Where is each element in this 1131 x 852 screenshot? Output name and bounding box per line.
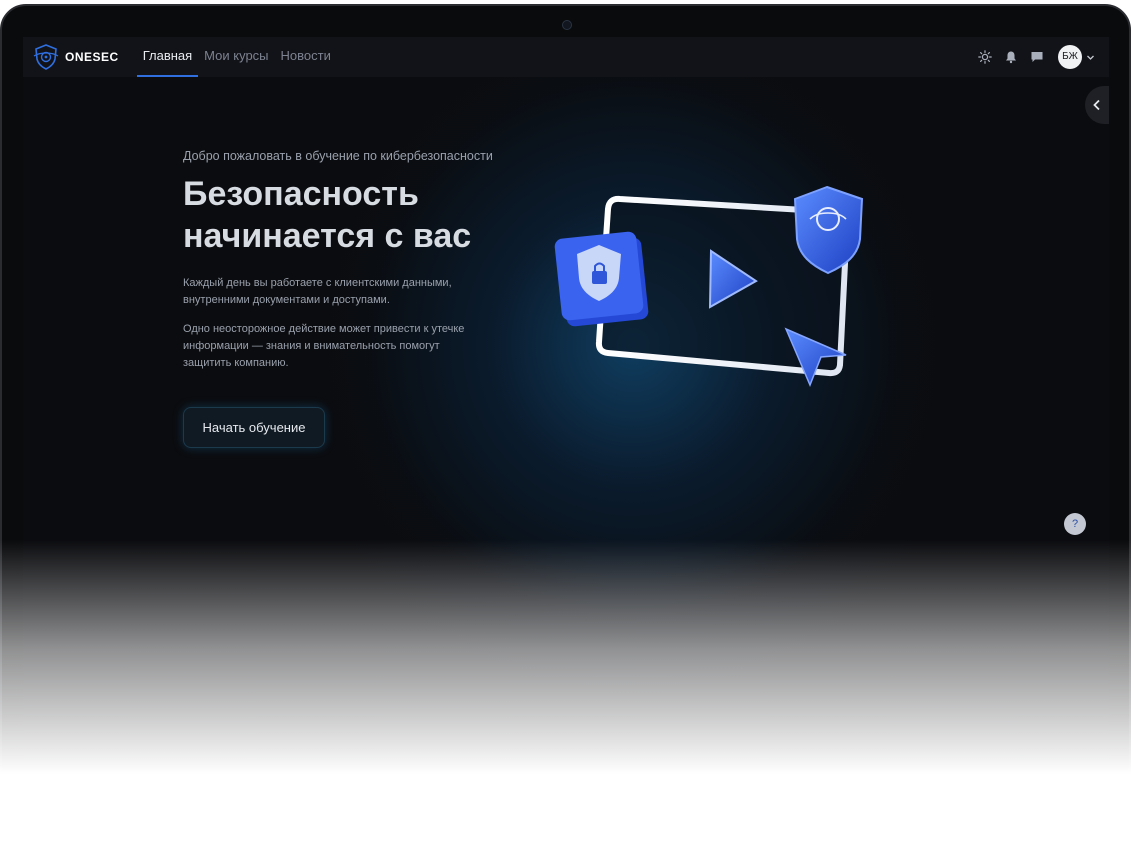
bell-icon[interactable] <box>1004 50 1018 64</box>
lock-shield-icon <box>554 231 649 327</box>
top-navigation: ONESEC Главная Мои курсы Новости БЖ <box>23 37 1109 77</box>
chevron-left-icon <box>1093 99 1100 111</box>
chat-icon[interactable] <box>1030 50 1044 64</box>
avatar[interactable]: БЖ <box>1058 45 1082 69</box>
nav-item-news[interactable]: Новости <box>275 37 337 77</box>
top-right-actions: БЖ <box>966 37 1095 77</box>
nav-item-my-courses[interactable]: Мои курсы <box>198 37 274 77</box>
hero-illustration <box>554 185 864 387</box>
sidebar-toggle-button[interactable] <box>1085 86 1109 124</box>
start-learning-button[interactable]: Начать обучение <box>183 407 325 448</box>
main-nav: Главная Мои курсы Новости <box>136 37 337 77</box>
chevron-down-icon[interactable] <box>1086 53 1095 62</box>
brand-name: ONESEC <box>65 50 119 64</box>
help-button[interactable]: ? <box>1064 513 1086 535</box>
brand[interactable]: ONESEC <box>31 42 119 72</box>
bottom-fade <box>0 540 1131 852</box>
page-title: Безопасность начинается с вас <box>183 173 543 257</box>
nav-item-home[interactable]: Главная <box>136 37 199 77</box>
brand-shield-icon <box>33 44 59 70</box>
camera-icon <box>562 20 572 30</box>
headline-line-2: начинается с вас <box>183 217 472 255</box>
sun-icon[interactable] <box>978 50 992 64</box>
intro-paragraph-1: Каждый день вы работаете с клиентскими д… <box>183 277 452 306</box>
intro-paragraph-2: Одно неосторожное действие может привест… <box>183 323 465 369</box>
headline-line-1: Безопасность <box>183 175 419 213</box>
welcome-text: Добро пожаловать в обучение по кибербезо… <box>183 149 493 163</box>
